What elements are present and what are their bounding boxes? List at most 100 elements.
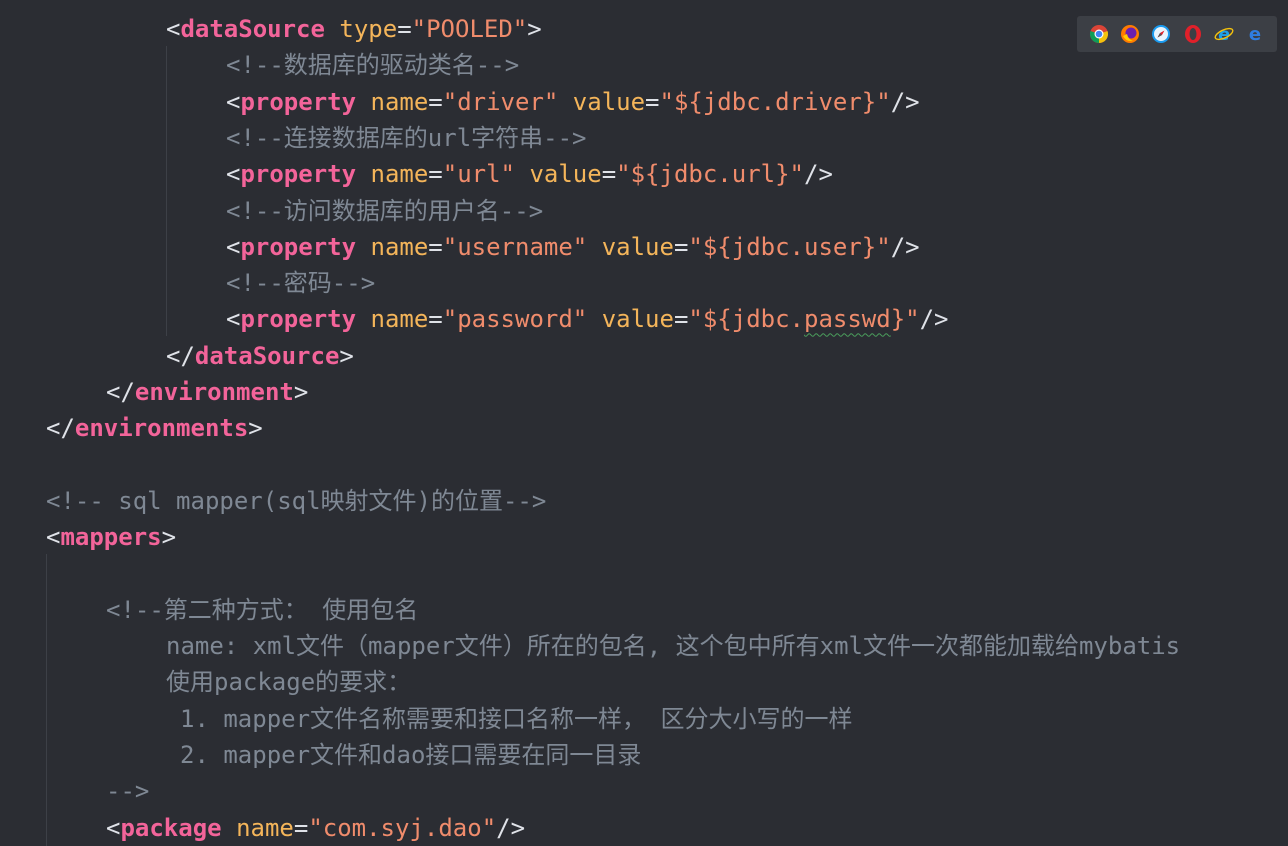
indent-guide [166,46,167,336]
code-line[interactable]: </environments> [46,410,263,446]
code-token: property [240,232,357,261]
code-token: < [46,523,61,552]
code-line[interactable]: <!--访问数据库的用户名--> [226,193,543,229]
code-line[interactable]: 2. mapper文件和dao接口需要在同一目录 [180,737,641,773]
edge-icon[interactable]: e [1245,24,1265,44]
code-editor[interactable]: <dataSource type="POOLED"> <!--数据库的驱动类名--… [0,0,1288,846]
code-token: = [397,15,412,43]
code-token: property [240,87,357,116]
code-token: value [601,305,674,334]
code-line[interactable]: </environment> [106,374,308,410]
code-token: = [428,305,443,334]
code-token: "${jdbc. [688,305,804,334]
code-token: <!--访问数据库的用户名--> [226,196,544,225]
code-line[interactable]: 1. mapper文件名称需要和接口名称一样， 区分大小写的一样 [180,701,853,737]
code-token: < [166,15,181,43]
code-token: /> [804,160,833,189]
code-line[interactable]: <mappers> [46,519,176,555]
code-line[interactable]: <!-- sql mapper(sql映射文件)的位置--> [46,483,546,519]
indent-guide [46,554,47,846]
firefox-icon[interactable] [1120,24,1140,44]
code-token: "com.syj.dao" [308,813,497,842]
safari-icon[interactable] [1151,24,1171,44]
ie-icon[interactable]: e [1214,24,1234,44]
code-line[interactable]: --> [106,773,149,809]
code-line[interactable]: 使用package的要求： [166,664,411,700]
code-token: 1. mapper文件名称需要和接口名称一样， 区分大小写的一样 [180,704,853,733]
code-token: = [428,232,443,261]
code-token: name: xml文件（mapper文件）所在的包名, 这个包中所有xml文件一… [166,632,1181,661]
code-token: dataSource [180,15,325,43]
code-token: = [428,160,443,189]
code-token: name [370,87,429,116]
code-token: 2. mapper文件和dao接口需要在同一目录 [180,741,642,769]
code-token: > [339,341,354,370]
code-token: }" [890,305,920,334]
code-token: "${jdbc.user}" [688,232,891,261]
code-token: = [645,87,660,116]
code-token: < [226,87,241,116]
code-token: /> [496,813,526,842]
code-token: "driver" [442,87,559,116]
code-token: "password" [442,305,588,334]
code-token: > [248,414,263,443]
code-token: 使用package的要求： [166,668,412,697]
code-line[interactable]: <dataSource type="POOLED"> [166,11,542,47]
code-token: <!--密码--> [226,269,376,298]
code-line[interactable]: </dataSource> [166,338,354,374]
svg-text:e: e [1249,24,1261,44]
code-token: "${jdbc.url}" [616,160,804,189]
code-token: <!-- sql mapper(sql映射文件)的位置--> [46,486,547,515]
opera-icon[interactable] [1183,24,1203,44]
code-token: > [161,523,177,552]
code-token: = [293,813,309,842]
code-line[interactable]: <package name="com.syj.dao"/> [106,810,525,846]
code-token: mappers [60,523,162,552]
code-token: "POOLED" [411,15,528,43]
code-token: value [601,232,674,261]
code-token: passwd [804,305,891,334]
code-token: property [240,160,357,189]
code-token: "url" [442,160,515,189]
code-token: type [339,15,398,43]
code-token: < [226,160,241,189]
code-token: > [527,15,542,43]
code-token: = [673,232,689,261]
code-token: <!--第二种方式： 使用包名 [106,595,419,624]
code-token: package [120,813,222,842]
code-line[interactable]: <!--第二种方式： 使用包名 [106,592,418,628]
code-token: </ [166,341,195,370]
code-line[interactable]: <!--数据库的驱动类名--> [226,47,519,83]
code-token: "username" [442,232,588,261]
code-line[interactable]: name: xml文件（mapper文件）所在的包名, 这个包中所有xml文件一… [166,628,1180,664]
code-line[interactable]: <property name="username" value="${jdbc.… [226,229,920,265]
code-token: name [370,305,429,334]
code-line[interactable]: <property name="driver" value="${jdbc.dr… [226,84,920,120]
code-token: = [673,305,689,334]
code-token: = [601,160,617,189]
code-line[interactable]: <!--密码--> [226,265,375,301]
code-line[interactable]: <property name="url" value="${jdbc.url}"… [226,156,833,192]
code-token: value [529,160,602,189]
chrome-icon[interactable] [1089,24,1109,44]
code-token: environment [134,378,294,406]
code-line[interactable]: <!--连接数据库的url字符串--> [226,120,587,156]
code-token: = [428,87,443,116]
code-token: <!--连接数据库的url字符串--> [226,123,587,152]
code-token: > [293,378,309,406]
code-token: value [572,87,646,116]
code-token: < [226,232,241,261]
code-token: "${jdbc.driver}" [659,87,891,116]
browser-preview-bar: e e [1077,16,1277,52]
code-token: /> [919,305,949,334]
code-token: /> [890,232,920,261]
code-line[interactable]: <property name="password" value="${jdbc.… [226,301,949,337]
